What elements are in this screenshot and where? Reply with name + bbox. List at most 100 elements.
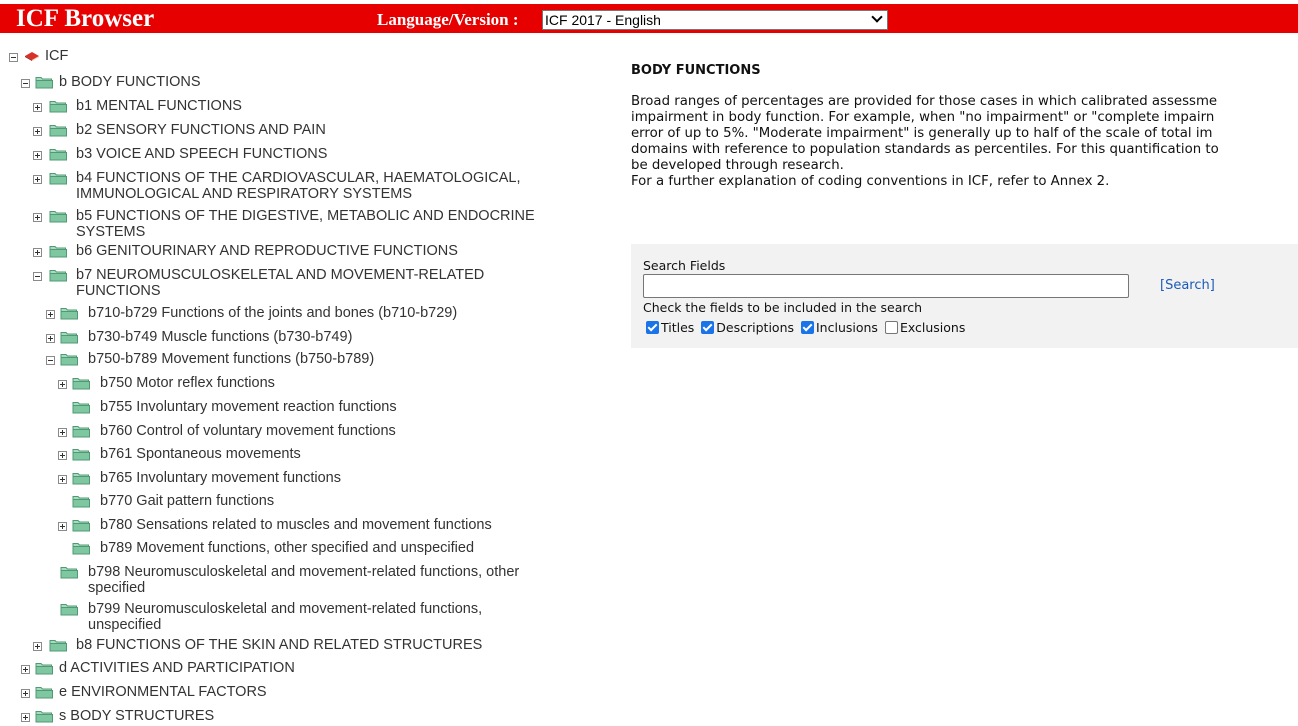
folder-icon: [72, 471, 90, 485]
search-fields-label: Search Fields: [643, 258, 726, 273]
tree-label: unspecified: [88, 617, 162, 633]
folder-icon: [35, 685, 53, 699]
folder-icon: [60, 602, 78, 616]
description-line: Broad ranges of percentages are provided…: [631, 94, 1218, 109]
content-title: BODY FUNCTIONS: [631, 63, 761, 78]
tree-label: SYSTEMS: [76, 224, 146, 240]
folder-icon: [72, 494, 90, 508]
tree-label: b6 GENITOURINARY AND REPRODUCTIVE FUNCTI…: [76, 243, 458, 259]
language-select-value: ICF 2017 - English: [545, 12, 661, 28]
expand-icon[interactable]: [33, 151, 42, 160]
tree-label: b760 Control of voluntary movement funct…: [100, 423, 396, 439]
collapse-icon[interactable]: [21, 79, 30, 88]
expand-icon[interactable]: [58, 380, 67, 389]
collapse-icon[interactable]: [33, 272, 42, 281]
tree-label: b5 FUNCTIONS OF THE DIGESTIVE, METABOLIC…: [76, 208, 535, 224]
folder-icon: [35, 75, 53, 89]
search-input[interactable]: [643, 274, 1129, 298]
tree-label: b750 Motor reflex functions: [100, 375, 275, 391]
descriptions-label: Descriptions: [716, 320, 795, 335]
tree-label: b789 Movement functions, other specified…: [100, 540, 475, 556]
expand-icon[interactable]: [46, 310, 55, 319]
folder-icon: [49, 123, 67, 137]
tree-label: b750-b789 Movement functions (b750-b789): [88, 351, 375, 367]
inclusions-label: Inclusions: [816, 320, 878, 335]
expand-icon[interactable]: [33, 127, 42, 136]
expand-icon[interactable]: [21, 665, 30, 674]
inclusions-checkbox[interactable]: [801, 321, 814, 334]
folder-icon: [72, 400, 90, 414]
tree-label: b780 Sensations related to muscles and m…: [100, 517, 492, 533]
description-line: be developed through research.: [631, 158, 844, 173]
folder-icon: [49, 171, 67, 185]
exclusions-checkbox[interactable]: [884, 321, 898, 334]
tree-label: IMMUNOLOGICAL AND RESPIRATORY SYSTEMS: [76, 186, 412, 202]
tree-label: b798 Neuromusculoskeletal and movement-r…: [88, 564, 520, 580]
app-title[interactable]: ICF Browser: [16, 5, 154, 32]
expand-icon[interactable]: [21, 689, 30, 698]
description-line: impairment in body function. For example…: [631, 110, 1215, 125]
expand-icon[interactable]: [33, 175, 42, 184]
titles-label: Titles: [661, 320, 695, 335]
expand-icon[interactable]: [33, 642, 42, 651]
description-line: domains with reference to population sta…: [631, 142, 1219, 157]
folder-icon: [60, 306, 78, 320]
tree-label: b7 NEUROMUSCULOSKELETAL AND MOVEMENT-REL…: [76, 267, 485, 283]
tree-label: ICF: [45, 48, 69, 64]
expand-icon[interactable]: [58, 475, 67, 484]
tree-label: b730-b749 Muscle functions (b730-b749): [88, 329, 353, 345]
search-link[interactable]: [Search]: [1160, 278, 1215, 293]
book-icon: [25, 52, 39, 61]
titles-checkbox[interactable]: [646, 321, 659, 334]
tree-label: b799 Neuromusculoskeletal and movement-r…: [88, 601, 483, 617]
expand-icon[interactable]: [58, 522, 67, 531]
expand-icon[interactable]: [33, 248, 42, 257]
tree-label: d ACTIVITIES AND PARTICIPATION: [59, 660, 295, 676]
descriptions-checkbox[interactable]: [701, 321, 715, 334]
expand-icon[interactable]: [33, 103, 42, 112]
folder-icon: [72, 424, 90, 438]
collapse-icon[interactable]: [9, 53, 18, 62]
folder-icon: [60, 565, 78, 579]
folder-icon: [60, 352, 78, 366]
tree-label: b761 Spontaneous movements: [100, 446, 301, 462]
expand-icon[interactable]: [33, 213, 42, 222]
folder-icon: [72, 541, 90, 555]
exclusions-label: Exclusions: [899, 320, 966, 335]
expand-icon[interactable]: [58, 451, 67, 460]
tree-label: b8 FUNCTIONS OF THE SKIN AND RELATED STR…: [76, 637, 483, 653]
folder-icon: [60, 330, 78, 344]
tree-label: b4 FUNCTIONS OF THE CARDIOVASCULAR, HAEM…: [76, 170, 521, 186]
tree-label: e ENVIRONMENTAL FACTORS: [59, 684, 267, 700]
expand-icon[interactable]: [21, 713, 30, 722]
chevron-down-icon: [871, 11, 883, 23]
search-field-options: Titles Descriptions Inclusions Exclusion…: [646, 320, 968, 335]
tree-label: b3 VOICE AND SPEECH FUNCTIONS: [76, 146, 328, 162]
folder-icon: [72, 376, 90, 390]
folder-icon: [35, 661, 53, 675]
tree-label: b770 Gait pattern functions: [100, 493, 275, 509]
collapse-icon[interactable]: [46, 356, 55, 365]
app-header: ICF Browser Language/Version : ICF 2017 …: [0, 4, 1298, 33]
language-label: Language/Version :: [377, 10, 519, 29]
tree-label: b765 Involuntary movement functions: [100, 470, 341, 486]
tree-label: b BODY FUNCTIONS: [59, 74, 201, 90]
content-description: Broad ranges of percentages are provided…: [631, 94, 1298, 190]
folder-icon: [49, 244, 67, 258]
language-select[interactable]: ICF 2017 - English: [542, 10, 888, 30]
tree-label: b755 Involuntary movement reaction funct…: [100, 399, 397, 415]
description-line: For a further explanation of coding conv…: [631, 174, 1110, 189]
expand-icon[interactable]: [46, 334, 55, 343]
folder-icon: [72, 447, 90, 461]
folder-icon: [72, 518, 90, 532]
tree-label: specified: [88, 580, 146, 596]
folder-icon: [49, 99, 67, 113]
tree-label: s BODY STRUCTURES: [59, 708, 215, 724]
description-line: error of up to 5%. "Moderate impairment"…: [631, 126, 1213, 141]
folder-icon: [49, 147, 67, 161]
folder-icon: [49, 638, 67, 652]
expand-icon[interactable]: [58, 428, 67, 437]
tree-label: b710-b729 Functions of the joints and bo…: [88, 305, 458, 321]
tree-label: b1 MENTAL FUNCTIONS: [76, 98, 242, 114]
folder-icon: [49, 268, 67, 282]
